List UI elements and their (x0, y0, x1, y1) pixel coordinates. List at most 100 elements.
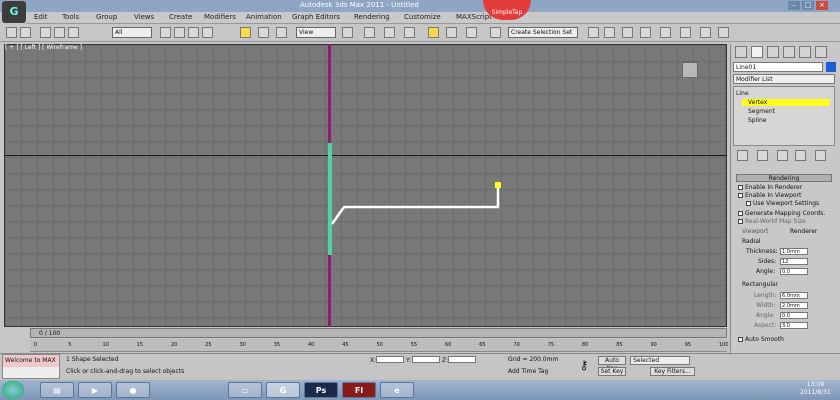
select-move-icon[interactable] (240, 27, 251, 38)
enable-in-renderer-checkbox[interactable]: Enable In Renderer (738, 184, 802, 191)
viewcube-icon[interactable] (682, 62, 698, 78)
menu-views[interactable]: Views (134, 13, 154, 21)
layer-manager-icon[interactable] (622, 27, 633, 38)
menu-maxscript[interactable]: MAXScript (456, 13, 492, 21)
link-icon[interactable] (40, 27, 51, 38)
y-field[interactable] (412, 356, 440, 363)
edit-named-selection-icon[interactable] (490, 27, 501, 38)
schematic-view-icon[interactable] (680, 27, 691, 38)
mirror-icon[interactable] (588, 27, 599, 38)
media-player-icon[interactable]: ▶ (78, 382, 112, 398)
remove-modifier-icon[interactable] (795, 150, 806, 161)
start-button-icon[interactable] (2, 381, 24, 399)
renderer-radio[interactable]: Renderer (790, 228, 817, 235)
time-slider[interactable]: 0 / 100 (30, 328, 727, 338)
angle-snap-icon[interactable] (428, 27, 439, 38)
named-selection-dropdown[interactable]: Create Selection Set (508, 27, 578, 38)
modify-tab-icon[interactable] (751, 46, 763, 58)
menu-graph-editors[interactable]: Graph Editors (292, 13, 340, 21)
maximize-button[interactable]: □ (802, 1, 814, 10)
object-name-field[interactable]: Line01 (733, 62, 823, 72)
configure-sets-icon[interactable] (815, 150, 826, 161)
select-object-icon[interactable] (160, 27, 171, 38)
redo-icon[interactable] (20, 27, 31, 38)
percent-snap-icon[interactable] (446, 27, 457, 38)
spinner-snap-icon[interactable] (466, 27, 477, 38)
enable-in-viewport-checkbox[interactable]: Enable In Viewport (738, 192, 801, 199)
menu-create[interactable]: Create (169, 13, 192, 21)
stack-item-segment[interactable]: Segment (748, 108, 775, 115)
window-crossing-icon[interactable] (202, 27, 213, 38)
graphite-toggle-icon[interactable] (640, 27, 651, 38)
menu-group[interactable]: Group (96, 13, 117, 21)
snaps-toggle-icon[interactable] (404, 27, 415, 38)
curve-editor-icon[interactable] (660, 27, 671, 38)
create-tab-icon[interactable] (735, 46, 747, 58)
use-viewport-settings-checkbox[interactable]: Use Viewport Settings (746, 200, 819, 207)
generate-mapping-coords-checkbox[interactable]: Generate Mapping Coords. (738, 210, 825, 217)
make-unique-icon[interactable] (777, 150, 788, 161)
real-world-map-size-checkbox[interactable]: Real-World Map Size (738, 218, 806, 225)
line-spline-shape[interactable] (330, 180, 510, 240)
stack-item-line[interactable]: Line (736, 90, 749, 97)
folder-icon[interactable]: ▭ (228, 382, 262, 398)
close-button[interactable]: × (816, 1, 828, 10)
maxscript-mini-listener[interactable]: Welcome to MAX (2, 354, 60, 379)
motion-tab-icon[interactable] (783, 46, 795, 58)
explorer-icon[interactable]: ▤ (40, 382, 74, 398)
reference-coordinate-dropdown[interactable]: View (296, 27, 336, 38)
rectangular-radio[interactable]: Rectangular (742, 281, 778, 288)
angle-spinner[interactable]: 0.0 (780, 268, 808, 275)
stack-item-spline[interactable]: Spline (748, 117, 766, 124)
key-filters-button[interactable]: Key Filters... (650, 367, 695, 376)
menu-edit[interactable]: Edit (34, 13, 48, 21)
sides-spinner[interactable]: 12 (780, 258, 808, 265)
menu-modifiers[interactable]: Modifiers (204, 13, 236, 21)
utilities-tab-icon[interactable] (815, 46, 827, 58)
x-field[interactable] (376, 356, 404, 363)
pivot-center-icon[interactable] (342, 27, 353, 38)
keyboard-shortcut-icon[interactable] (384, 27, 395, 38)
thickness-spinner[interactable]: 1.0mm (780, 248, 808, 255)
menu-rendering[interactable]: Rendering (354, 13, 390, 21)
menu-customize[interactable]: Customize (404, 13, 441, 21)
auto-key-button[interactable]: Auto Key (598, 356, 626, 372)
hierarchy-tab-icon[interactable] (767, 46, 779, 58)
viewport-radio[interactable]: Viewport (742, 228, 769, 235)
system-clock[interactable]: 13:09 2011/8/31 (800, 381, 831, 397)
select-by-name-icon[interactable] (174, 27, 185, 38)
track-bar[interactable]: 0 5 10 15 20 25 30 35 40 45 50 55 60 65 70 75 80 85 90 95 10… (30, 339, 729, 352)
auto-smooth-checkbox[interactable]: Auto Smooth (738, 336, 784, 343)
display-tab-icon[interactable] (799, 46, 811, 58)
render-setup-icon[interactable] (718, 27, 729, 38)
region-select-icon[interactable] (188, 27, 199, 38)
add-time-tag[interactable]: Add Time Tag (508, 368, 548, 375)
select-manipulate-icon[interactable] (364, 27, 375, 38)
menu-animation[interactable]: Animation (246, 13, 282, 21)
set-key-button[interactable]: Set Key (598, 367, 626, 376)
modifier-list-dropdown[interactable]: Modifier List (733, 74, 835, 84)
viewport-label[interactable]: [ + ] [ Left ] [ Wireframe ] (5, 44, 82, 51)
firefox-icon[interactable]: ● (116, 382, 150, 398)
minimize-button[interactable]: – (788, 1, 800, 10)
key-mode-dropdown[interactable]: Selected (630, 356, 690, 365)
width-spinner[interactable]: 2.0mm (780, 302, 808, 309)
stack-item-vertex[interactable]: Vertex (742, 99, 830, 106)
material-editor-icon[interactable] (700, 27, 711, 38)
3dsmax-task-icon[interactable]: G (266, 382, 300, 398)
3ds-max-icon[interactable]: G (2, 1, 26, 23)
menu-tools[interactable]: Tools (62, 13, 79, 21)
internet-explorer-icon[interactable]: e (380, 382, 414, 398)
show-end-result-icon[interactable] (757, 150, 768, 161)
pin-stack-icon[interactable] (737, 150, 748, 161)
undo-icon[interactable] (6, 27, 17, 38)
rendering-rollout-header[interactable]: Rendering (736, 174, 832, 182)
z-field[interactable] (448, 356, 476, 363)
unlink-icon[interactable] (54, 27, 65, 38)
selection-filter-dropdown[interactable]: All (112, 27, 152, 38)
flash-icon[interactable]: Fl (342, 382, 376, 398)
align-icon[interactable] (604, 27, 615, 38)
object-color-swatch[interactable] (826, 62, 836, 72)
key-icon[interactable]: ⚷ (574, 358, 594, 372)
bind-space-warp-icon[interactable] (68, 27, 79, 38)
